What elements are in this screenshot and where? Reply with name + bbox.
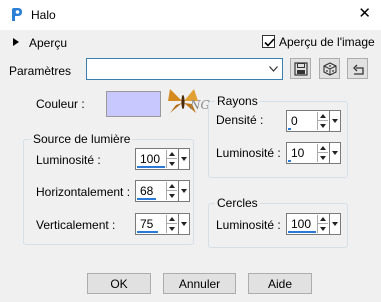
title-bar: Halo ✕ (0, 0, 381, 30)
save-icon (293, 61, 308, 76)
spinner-arrows[interactable] (166, 215, 177, 233)
image-preview-checkbox[interactable] (262, 35, 275, 48)
increment-icon[interactable] (318, 112, 328, 121)
light-source-title: Source de lumière (31, 132, 133, 146)
dropdown-arrow-icon[interactable] (329, 110, 341, 132)
level-bar (137, 198, 156, 200)
circles-luminosity-value: 100 (291, 217, 312, 231)
dice-icon (322, 61, 337, 76)
increment-icon[interactable] (167, 182, 177, 191)
presets-dropdown[interactable] (86, 58, 283, 80)
dropdown-arrow-icon[interactable] (329, 142, 341, 164)
app-icon (12, 8, 22, 21)
decrement-icon[interactable] (318, 121, 328, 130)
dropdown-arrow-icon[interactable] (178, 180, 190, 202)
spinner-arrows[interactable] (166, 182, 177, 200)
level-bar (288, 231, 316, 233)
level-bar (288, 160, 291, 162)
spinner-arrows[interactable] (317, 112, 328, 130)
level-bar (288, 128, 291, 130)
vertical-value: 75 (140, 217, 154, 231)
rays-title: Rayons (215, 94, 260, 108)
horizontal-label: Horizontalement : (36, 185, 131, 199)
preview-row: Aperçu Aperçu de l'image (0, 33, 381, 53)
color-label: Couleur : (36, 97, 85, 111)
spinner-arrows[interactable] (317, 144, 328, 162)
preview-toggle-label[interactable]: Aperçu (29, 36, 67, 50)
dropdown-arrow-icon[interactable] (329, 213, 341, 235)
decrement-icon[interactable] (167, 224, 177, 233)
rays-luminosity-label: Luminosité : (216, 146, 281, 160)
spinner-arrows[interactable] (317, 215, 328, 233)
help-button[interactable]: Aide (248, 273, 312, 294)
increment-icon[interactable] (318, 144, 328, 153)
presets-label: Paramètres (9, 64, 72, 78)
density-label: Densité : (216, 113, 264, 127)
cancel-button[interactable]: Annuler (163, 273, 236, 294)
rays-luminosity-value: 10 (291, 146, 305, 160)
vertical-spinner[interactable]: 75 (135, 213, 190, 235)
ok-button[interactable]: OK (87, 273, 151, 294)
expand-triangle-icon[interactable] (13, 38, 19, 46)
horizontal-spinner[interactable]: 68 (135, 180, 190, 202)
density-spinner[interactable]: 0 (286, 110, 341, 132)
image-preview-label[interactable]: Aperçu de l'image (279, 35, 375, 49)
decrement-icon[interactable] (167, 191, 177, 200)
chevron-down-icon[interactable] (265, 60, 281, 78)
light-luminosity-spinner[interactable]: 100 (135, 148, 190, 170)
decrement-icon[interactable] (318, 224, 328, 233)
decrement-icon[interactable] (167, 159, 177, 168)
decrement-icon[interactable] (318, 153, 328, 162)
density-value: 0 (291, 114, 298, 128)
reset-icon (352, 64, 364, 75)
reset-button[interactable] (347, 58, 368, 79)
close-icon[interactable]: ✕ (358, 6, 371, 21)
light-luminosity-value: 100 (140, 152, 161, 166)
window-title: Halo (31, 8, 56, 22)
color-swatch[interactable] (106, 91, 161, 117)
horizontal-value: 68 (140, 184, 154, 198)
light-luminosity-label: Luminosité : (36, 153, 101, 167)
level-bar (137, 166, 165, 168)
vertical-label: Verticalement : (36, 218, 116, 232)
increment-icon[interactable] (167, 150, 177, 159)
circles-luminosity-label: Luminosité : (216, 218, 281, 232)
dropdown-arrow-icon[interactable] (178, 148, 190, 170)
level-bar (137, 231, 158, 233)
increment-icon[interactable] (318, 215, 328, 224)
circles-title: Cercles (215, 196, 260, 210)
random-preset-button[interactable] (319, 58, 340, 79)
circles-luminosity-spinner[interactable]: 100 (286, 213, 341, 235)
rays-luminosity-spinner[interactable]: 10 (286, 142, 341, 164)
save-preset-button[interactable] (290, 58, 311, 79)
spinner-arrows[interactable] (166, 150, 177, 168)
dropdown-arrow-icon[interactable] (178, 213, 190, 235)
increment-icon[interactable] (167, 215, 177, 224)
